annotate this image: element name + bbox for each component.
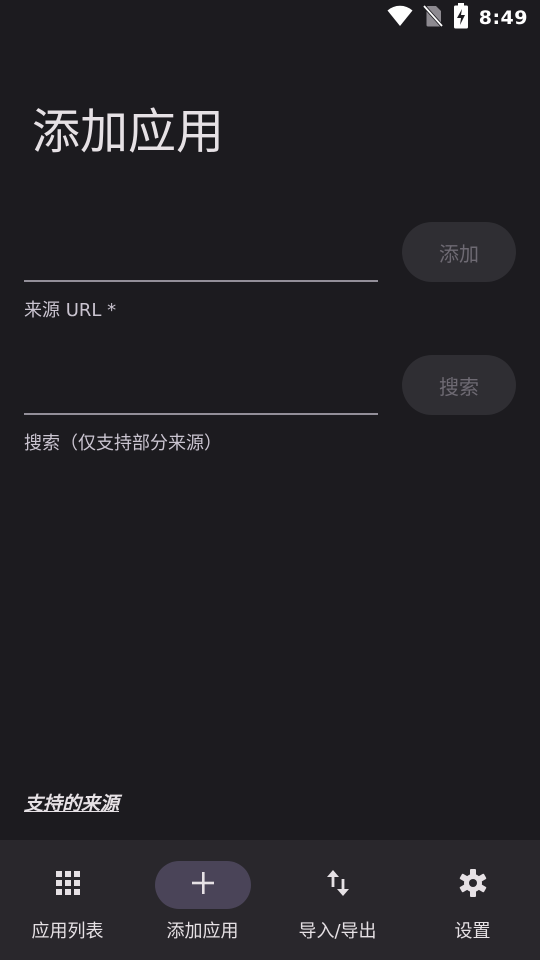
source-url-row: 来源 URL * 添加 xyxy=(24,222,516,324)
plus-icon xyxy=(190,870,216,900)
status-time: 8:49 xyxy=(478,7,528,29)
nav-item-settings[interactable]: 设置 xyxy=(405,840,540,960)
search-label: 搜索（仅支持部分来源） xyxy=(24,433,222,454)
grid-icon xyxy=(55,870,81,900)
source-url-input[interactable] xyxy=(24,234,378,282)
nav-label: 添加应用 xyxy=(166,921,239,942)
swap-vertical-icon xyxy=(325,869,351,901)
no-sim-icon xyxy=(422,4,444,32)
nav-label: 应用列表 xyxy=(31,921,104,942)
source-url-label: 来源 URL * xyxy=(24,300,117,321)
battery-charging-icon xyxy=(453,3,469,33)
search-row: 搜索（仅支持部分来源） 搜索 xyxy=(24,355,516,457)
add-app-screen: 8:49 添加应用 来源 URL * 添加 搜索（仅支持部分来源） 搜索 支持的… xyxy=(0,0,540,960)
add-button[interactable]: 添加 xyxy=(402,222,516,282)
nav-indicator xyxy=(20,861,116,909)
page-title: 添加应用 xyxy=(32,104,225,160)
wifi-icon xyxy=(387,5,413,31)
nav-item-app-list[interactable]: 应用列表 xyxy=(0,840,135,960)
nav-item-add-app[interactable]: 添加应用 xyxy=(135,840,270,960)
status-icons: 8:49 xyxy=(387,3,528,33)
bottom-navigation: 应用列表 添加应用 导入/导出 设置 xyxy=(0,840,540,960)
gear-icon xyxy=(458,868,488,902)
nav-label: 设置 xyxy=(454,921,491,942)
supported-sources-link[interactable]: 支持的来源 xyxy=(24,789,119,816)
nav-label: 导入/导出 xyxy=(298,921,377,942)
nav-item-import-export[interactable]: 导入/导出 xyxy=(270,840,405,960)
nav-indicator xyxy=(290,861,386,909)
search-button[interactable]: 搜索 xyxy=(402,355,516,415)
search-input[interactable] xyxy=(24,367,378,415)
nav-active-indicator xyxy=(154,861,251,909)
status-bar: 8:49 xyxy=(0,0,540,36)
nav-indicator xyxy=(425,861,521,909)
